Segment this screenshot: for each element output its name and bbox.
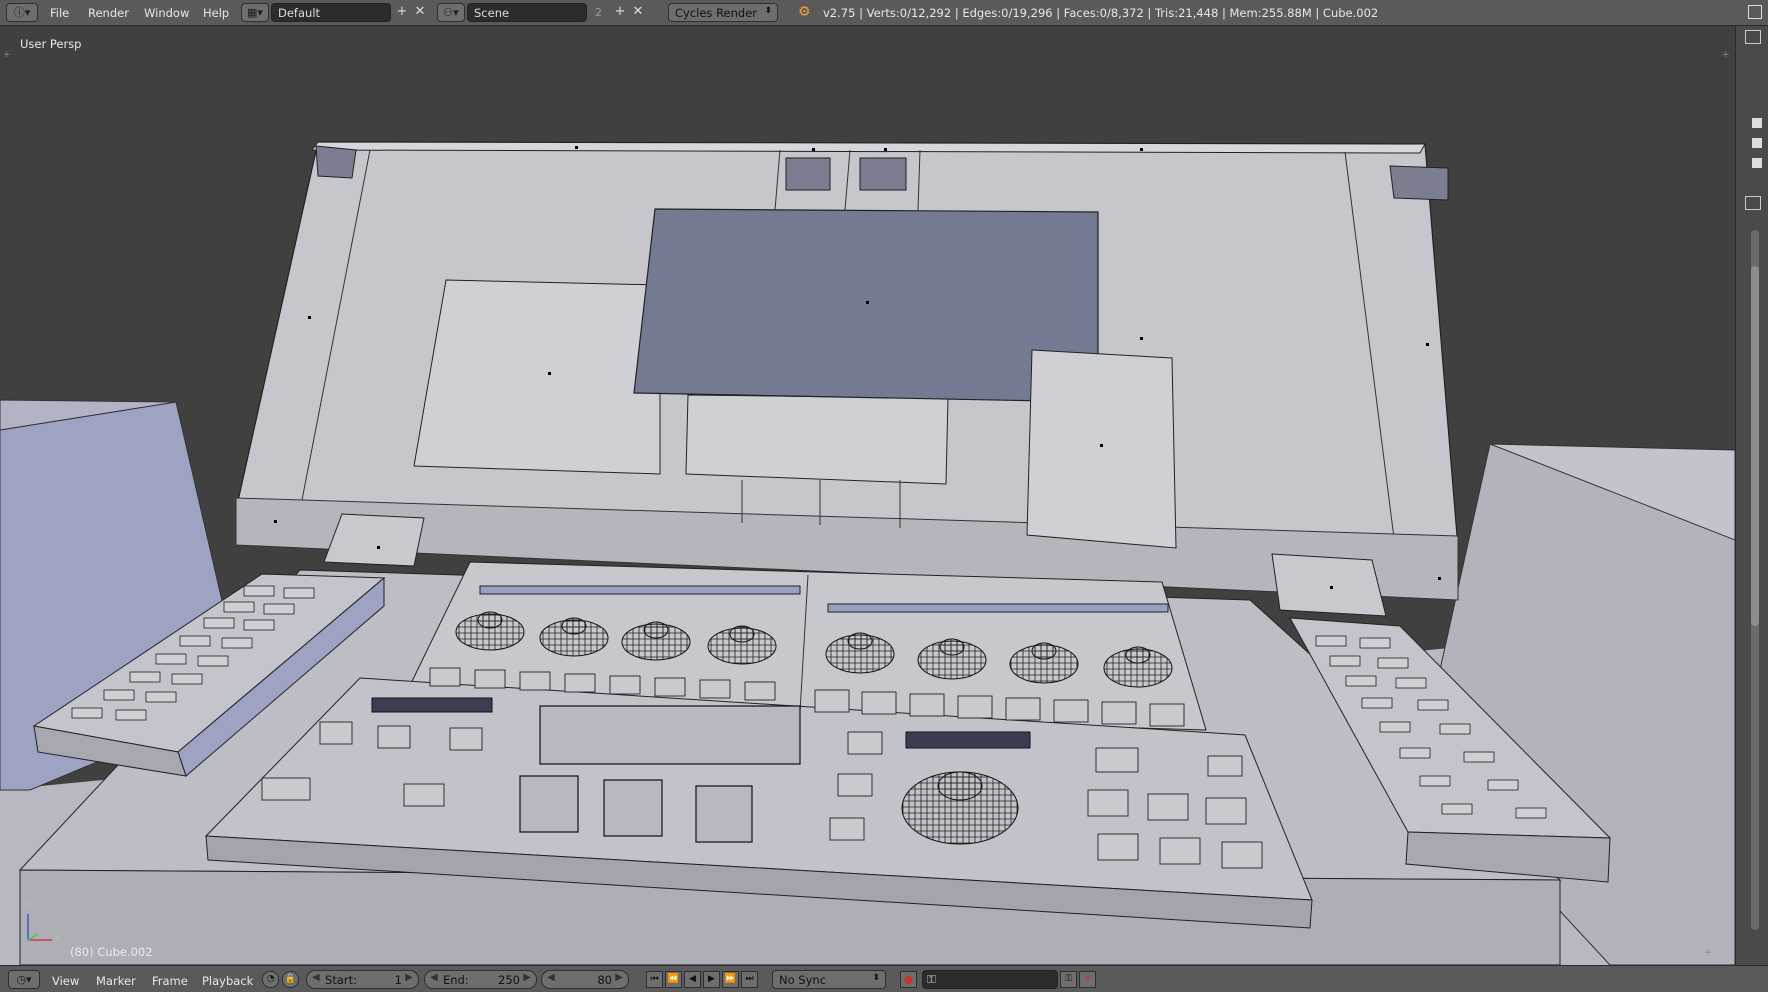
end-frame-label: End: bbox=[443, 973, 469, 987]
menu-view[interactable]: View bbox=[52, 974, 79, 988]
auto-keying-record-icon[interactable]: ● bbox=[900, 971, 917, 988]
axis-gizmo: z x bbox=[22, 900, 62, 946]
console-model[interactable] bbox=[0, 26, 1735, 965]
keying-set-icon: ⚿ bbox=[927, 972, 936, 986]
properties-editor-icon[interactable] bbox=[1745, 196, 1761, 210]
increment-icon[interactable]: ▶ bbox=[523, 972, 531, 983]
decrement-icon[interactable]: ◀ bbox=[430, 972, 438, 983]
left-plate bbox=[413, 279, 661, 475]
scene-statistics: v2.75 | Verts:0/12,292 | Edges:0/19,296 … bbox=[823, 6, 1379, 20]
properties-scrollbar-thumb[interactable] bbox=[1751, 266, 1759, 626]
restrict-view-icon[interactable] bbox=[1752, 118, 1762, 128]
axis-z-label: z bbox=[27, 900, 32, 910]
end-frame-field[interactable]: ◀ End: 250 ▶ bbox=[424, 970, 537, 989]
scene-icon[interactable]: ⚇▾ bbox=[437, 3, 465, 22]
preview-range-icon[interactable]: ◔ bbox=[262, 971, 279, 988]
start-frame-label: Start: bbox=[325, 973, 357, 987]
increment-icon[interactable]: ▶ bbox=[615, 972, 623, 983]
scene-users-count: 2 bbox=[595, 6, 602, 19]
remove-scene-icon[interactable]: ✕ bbox=[630, 4, 646, 20]
insert-keyframe-icon[interactable]: ⚿ bbox=[1060, 971, 1077, 988]
tray-left bbox=[323, 513, 425, 567]
start-frame-field[interactable]: ◀ Start: 1 ▶ bbox=[306, 970, 419, 989]
jump-prev-keyframe-icon[interactable]: ⏪ bbox=[665, 971, 682, 988]
keying-set-field[interactable]: ⚿ bbox=[922, 970, 1058, 989]
jump-to-end-icon[interactable]: ⏭ bbox=[741, 971, 758, 988]
remove-layout-icon[interactable]: ✕ bbox=[412, 4, 428, 20]
play-reverse-icon[interactable]: ◀ bbox=[684, 971, 701, 988]
view-perspective-label: User Persp bbox=[20, 37, 82, 51]
screen-layout-icon[interactable]: ▦▾ bbox=[241, 3, 269, 22]
timeline-header: ◷▾ View Marker Frame Playback ◔ 🔒 ◀ Star… bbox=[0, 965, 1768, 992]
sync-mode-label: No Sync bbox=[779, 973, 827, 987]
screen-layout-field[interactable]: Default bbox=[271, 3, 391, 22]
outliner-properties-strip bbox=[1735, 26, 1768, 965]
render-engine-label: Cycles Render bbox=[675, 6, 758, 20]
menu-render[interactable]: Render bbox=[88, 6, 129, 20]
3d-viewport[interactable]: User Persp z x (80) Cube.002 + + + bbox=[0, 26, 1735, 965]
active-object-label: (80) Cube.002 bbox=[70, 945, 153, 959]
play-icon[interactable]: ▶ bbox=[703, 971, 720, 988]
restrict-select-icon[interactable] bbox=[1752, 138, 1762, 148]
dropdown-arrows-icon: ⬍ bbox=[872, 973, 880, 983]
mount-top-mid-1 bbox=[785, 157, 831, 191]
corner-handle-top-right-icon[interactable]: + bbox=[1722, 50, 1730, 60]
editor-type-timeline-icon[interactable]: ◷▾ bbox=[8, 970, 40, 989]
menu-marker[interactable]: Marker bbox=[96, 974, 136, 988]
info-header: ⓘ▾ File Render Window Help ▦▾ Default + … bbox=[0, 0, 1768, 26]
decrement-icon[interactable]: ◀ bbox=[312, 972, 320, 983]
delete-keyframe-icon[interactable]: ✕ bbox=[1079, 971, 1096, 988]
blender-logo-icon: ⚙ bbox=[798, 4, 811, 20]
end-frame-value: 250 bbox=[498, 973, 520, 987]
lock-range-icon[interactable]: 🔒 bbox=[282, 971, 299, 988]
sync-mode-dropdown[interactable]: No Sync ⬍ bbox=[772, 970, 886, 989]
mount-top-right bbox=[1389, 165, 1449, 201]
menu-playback[interactable]: Playback bbox=[202, 974, 253, 988]
tray-right bbox=[1271, 553, 1387, 617]
current-frame-field[interactable]: ◀ 80 ▶ bbox=[541, 970, 629, 989]
mount-top-left bbox=[315, 145, 357, 179]
render-engine-dropdown[interactable]: Cycles Render ⬍ bbox=[668, 3, 778, 22]
start-frame-value: 1 bbox=[394, 973, 402, 987]
axis-x-label: x bbox=[54, 934, 60, 944]
outliner-editor-icon[interactable] bbox=[1745, 30, 1761, 44]
center-lower-plate bbox=[685, 394, 949, 485]
mount-top-mid-2 bbox=[859, 157, 907, 191]
editor-type-info-icon[interactable]: ⓘ▾ bbox=[6, 3, 38, 22]
jump-to-start-icon[interactable]: ⏮ bbox=[646, 971, 663, 988]
menu-file[interactable]: File bbox=[50, 6, 69, 20]
corner-handle-top-left-icon[interactable]: + bbox=[3, 50, 11, 60]
right-plate bbox=[1026, 349, 1177, 549]
jump-next-keyframe-icon[interactable]: ⏩ bbox=[722, 971, 739, 988]
fader-rail-right bbox=[827, 603, 1169, 613]
menu-frame[interactable]: Frame bbox=[152, 974, 188, 988]
restrict-render-icon[interactable] bbox=[1752, 158, 1762, 168]
fader-rail-left bbox=[479, 585, 801, 595]
add-scene-icon[interactable]: + bbox=[612, 4, 628, 20]
maximize-area-icon[interactable] bbox=[1748, 5, 1762, 19]
menu-window[interactable]: Window bbox=[144, 6, 189, 20]
menu-help[interactable]: Help bbox=[203, 6, 229, 20]
add-layout-icon[interactable]: + bbox=[394, 4, 410, 20]
jog-wheel bbox=[901, 771, 1019, 845]
decrement-icon[interactable]: ◀ bbox=[547, 972, 555, 983]
dropdown-arrows-icon: ⬍ bbox=[764, 6, 772, 16]
corner-handle-bottom-right-icon[interactable]: + bbox=[1704, 948, 1712, 958]
current-frame-value: 80 bbox=[597, 973, 612, 987]
main-screen bbox=[633, 208, 1099, 403]
increment-icon[interactable]: ▶ bbox=[405, 972, 413, 983]
scene-name-field[interactable]: Scene bbox=[467, 3, 587, 22]
